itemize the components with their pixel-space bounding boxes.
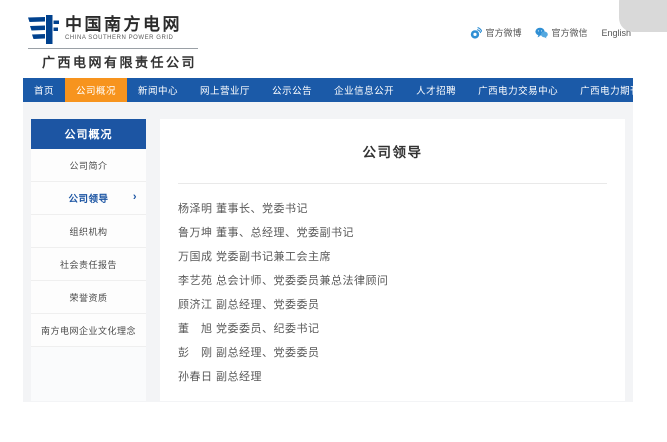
leader-row: 鲁万坤 董事、总经理、党委副书记 <box>178 220 625 244</box>
company-logo-link[interactable]: 中国南方电网 CHINA SOUTHERN POWER GRID 广西电网有限责… <box>28 15 198 71</box>
sidebar-item-label: 南方电网企业文化理念 <box>41 324 136 337</box>
sidebar-item-corporate-culture[interactable]: 南方电网企业文化理念 <box>31 314 146 347</box>
sidebar-title-company-overview[interactable]: 公司概况 <box>31 119 146 149</box>
nav-item-power-trading-center[interactable]: 广西电力交易中心 <box>467 78 569 102</box>
header-utility-links: 官方微博 官方微信 English <box>470 26 631 39</box>
leader-title: 副总经理、党委委员 <box>216 296 320 312</box>
leader-name: 董 旭 <box>178 320 216 336</box>
nav-item-home[interactable]: 首页 <box>23 78 65 102</box>
leader-name: 彭 刚 <box>178 344 216 360</box>
nav-item-news-center[interactable]: 新闻中心 <box>127 78 189 102</box>
sidebar-item-company-profile[interactable]: 公司简介 <box>31 149 146 182</box>
leader-list: 杨泽明 董事长、党委书记 鲁万坤 董事、总经理、党委副书记 万国成 党委副书记兼… <box>160 192 625 388</box>
leader-row: 董 旭 党委委员、纪委书记 <box>178 316 625 340</box>
official-wechat-label: 官方微信 <box>551 26 587 39</box>
leader-row: 彭 刚 副总经理、党委委员 <box>178 340 625 364</box>
official-weibo-link[interactable]: 官方微博 <box>470 26 521 39</box>
logo-divider <box>28 48 198 49</box>
sidebar-item-label: 社会责任报告 <box>60 258 117 271</box>
primary-nav: 首页 公司概况 新闻中心 网上营业厅 公示公告 企业信息公开 人才招聘 广西电力… <box>23 78 633 102</box>
nav-item-recruitment[interactable]: 人才招聘 <box>405 78 467 102</box>
leader-name: 孙春日 <box>178 368 216 384</box>
official-wechat-link[interactable]: 官方微信 <box>535 26 587 39</box>
leader-name: 杨泽明 <box>178 200 216 216</box>
nav-item-public-announcements[interactable]: 公示公告 <box>261 78 323 102</box>
leader-title: 总会计师、党委委员兼总法律顾问 <box>216 272 389 288</box>
leader-name: 李艺苑 <box>178 272 216 288</box>
nav-item-online-business-hall[interactable]: 网上营业厅 <box>189 78 261 102</box>
leader-title: 副总经理 <box>216 368 262 384</box>
leader-name: 万国成 <box>178 248 216 264</box>
leader-title: 副总经理、党委委员 <box>216 344 320 360</box>
content-area: 公司概况 公司简介 公司领导 › 组织机构 社会责任报告 荣誉资质 南方电网企业… <box>23 102 633 402</box>
sidebar-item-social-responsibility-report[interactable]: 社会责任报告 <box>31 248 146 281</box>
sidebar-item-organization[interactable]: 组织机构 <box>31 215 146 248</box>
official-weibo-label: 官方微博 <box>485 26 521 39</box>
subsidiary-name: 广西电网有限责任公司 <box>42 52 198 71</box>
leader-title: 党委委员、纪委书记 <box>216 320 320 336</box>
sidebar-item-company-leadership[interactable]: 公司领导 › <box>31 182 146 215</box>
leader-name: 鲁万坤 <box>178 224 216 240</box>
nav-item-enterprise-info-disclosure[interactable]: 企业信息公开 <box>323 78 405 102</box>
brand-name-en: CHINA SOUTHERN POWER GRID <box>65 35 182 41</box>
leader-title: 董事、总经理、党委副书记 <box>216 224 354 240</box>
page-header: 中国南方电网 CHINA SOUTHERN POWER GRID 广西电网有限责… <box>0 0 667 78</box>
brand-name-cn: 中国南方电网 <box>65 15 182 34</box>
nav-item-power-journal[interactable]: 广西电力期刊 <box>569 78 651 102</box>
sidebar: 公司概况 公司简介 公司领导 › 组织机构 社会责任报告 荣誉资质 南方电网企业… <box>31 119 146 401</box>
leader-name: 顾济江 <box>178 296 216 312</box>
sidebar-item-label: 公司领导 <box>68 191 108 205</box>
title-divider <box>178 183 607 184</box>
sidebar-item-honors-qualifications[interactable]: 荣誉资质 <box>31 281 146 314</box>
sidebar-item-label: 组织机构 <box>69 225 107 238</box>
page-title: 公司领导 <box>160 141 625 161</box>
leader-title: 董事长、党委书记 <box>216 200 308 216</box>
wechat-icon <box>535 27 548 39</box>
sidebar-item-label: 荣誉资质 <box>69 291 107 304</box>
leader-row: 孙春日 副总经理 <box>178 364 625 388</box>
sidebar-item-label: 公司简介 <box>69 159 107 172</box>
nav-item-company-overview[interactable]: 公司概况 <box>65 78 127 102</box>
screenshot-corner-artifact <box>619 0 667 32</box>
leader-row: 万国成 党委副书记兼工会主席 <box>178 244 625 268</box>
leader-title: 党委副书记兼工会主席 <box>216 248 331 264</box>
weibo-icon <box>470 27 482 39</box>
leader-row: 顾济江 副总经理、党委委员 <box>178 292 625 316</box>
csg-logo-icon <box>28 15 59 44</box>
leader-row: 杨泽明 董事长、党委书记 <box>178 196 625 220</box>
leader-row: 李艺苑 总会计师、党委委员兼总法律顾问 <box>178 268 625 292</box>
main-panel: 公司领导 杨泽明 董事长、党委书记 鲁万坤 董事、总经理、党委副书记 万国成 党… <box>160 119 625 401</box>
chevron-right-icon: › <box>133 191 137 203</box>
